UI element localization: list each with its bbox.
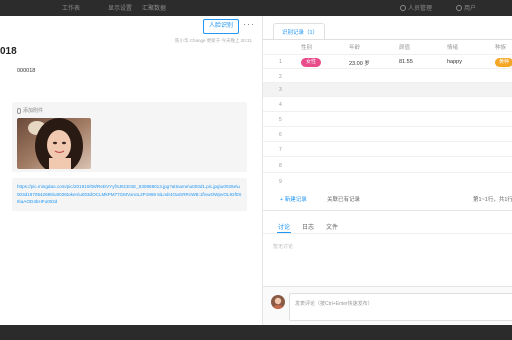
associate-record-button[interactable]: 关联已有记录 [327,195,360,203]
tab-recognition-records-label: 识别记录（1） [282,30,319,36]
emotion-cell: happy [447,59,462,65]
face-recognition-button[interactable]: 人脸识别 [203,19,239,34]
tab-divider [263,39,512,40]
new-record-button[interactable]: + 新建记录 [280,195,307,203]
row-number: 4 [279,102,282,108]
column-header-race: 种族 [495,45,507,51]
recognition-panel: 识别记录（1） 性别 年龄 颜值 情绪 种族 1 女性 23.00 岁 81.5… [262,16,512,325]
add-attachment-button[interactable]: 添加附件 [17,107,43,114]
row-number: 1 [279,59,282,65]
column-header-score: 颜值 [399,45,411,51]
age-cell: 23.00 岁 [349,61,370,67]
avatar [271,295,285,309]
record-title: 018 [0,46,17,57]
attachment-field: 添加附件 [12,102,247,172]
comment-placeholder: 发表评论（按Ctrl+Enter快速发布） [295,301,373,307]
topnav-item-aggregate[interactable]: 汇聚数据 [142,3,166,12]
user-avatar-image [271,295,285,309]
pagination-info: 第1~1行，共1行 [473,197,512,203]
section-divider [263,210,512,211]
row-number: 5 [279,117,282,123]
row-number: 7 [279,147,282,153]
row-number: 6 [279,132,282,138]
tab-discussion[interactable]: 讨论 [278,222,290,231]
topnav-item-display[interactable]: 显示设置 [108,3,132,12]
image-url-link[interactable]: https://pic.mingdao.com/pic/201910/08/Re… [17,183,242,206]
more-options-button[interactable]: ··· [243,19,255,29]
record-modal: 人脸识别 ··· 陈小华 Change 更新于 今天晚上 20:31 018 0… [0,16,512,325]
active-tab-indicator [277,232,291,233]
row-number: 9 [279,179,282,185]
column-header-emotion: 情绪 [447,45,459,51]
column-header-gender: 性别 [301,45,313,51]
column-header-age: 年龄 [349,45,361,51]
topnav-item-sheet[interactable]: 工作表 [62,3,80,12]
record-meta: 陈小华 Change 更新于 今天晚上 20:31 [174,38,252,43]
attachment-photo-thumbnail[interactable] [17,118,91,169]
paperclip-icon [17,107,21,114]
row-divider [263,126,512,127]
background-taskbar [0,325,512,340]
record-detail-pane: 人脸识别 ··· 陈小华 Change 更新于 今天晚上 20:31 018 0… [0,16,262,325]
row-divider [263,68,512,69]
row-divider [263,96,512,97]
gender-tag: 女性 [301,58,321,67]
bottom-tab-divider [263,233,512,234]
empty-discussion-text: 暂无讨论 [273,244,294,250]
row-divider [263,82,512,83]
url-field: https://pic.mingdao.com/pic/201910/08/Re… [12,178,247,211]
tab-log[interactable]: 日志 [302,222,314,231]
portrait-photo-image [17,118,91,169]
row-divider [263,54,512,55]
topnav-user2-menu[interactable]: 用户 [456,3,476,12]
record-id-value: 000018 [17,68,36,74]
row-divider [263,141,512,142]
comment-composer: 发表评论（按Ctrl+Enter快速发布） [263,286,512,325]
row-divider [263,156,512,157]
people-icon [456,5,462,12]
row-divider [263,172,512,173]
user-icon [400,5,406,12]
app-topbar: 工作表 显示设置 汇聚数据 人员管理 用户 [0,0,512,16]
topnav-user-menu[interactable]: 人员管理 [400,3,432,12]
table-row-highlight [263,82,512,96]
row-number: 2 [279,74,282,80]
score-cell: 81.55 [399,59,413,65]
comment-input[interactable]: 发表评论（按Ctrl+Enter快速发布） [289,293,512,321]
row-number: 3 [279,87,282,93]
row-number: 8 [279,163,282,169]
row-divider [263,111,512,112]
race-tag: 黄种 [495,58,512,67]
tab-recognition-records[interactable]: 识别记录（1） [273,23,325,39]
tab-files[interactable]: 文件 [326,222,338,231]
